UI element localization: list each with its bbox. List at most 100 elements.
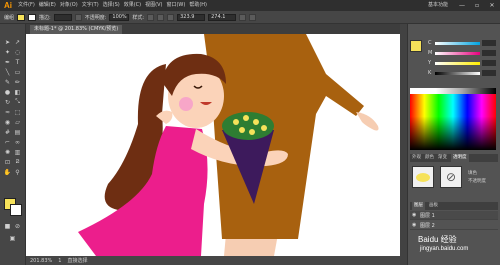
brush-tool-icon[interactable]: ✎ bbox=[3, 78, 12, 86]
eraser-tool-icon[interactable]: ◧ bbox=[13, 88, 22, 96]
status-bar: 201.83% 1 直接选择 bbox=[26, 256, 400, 265]
panel-icon-strip bbox=[400, 24, 408, 265]
hand-tool-icon[interactable]: ✋ bbox=[3, 168, 12, 176]
slice-tool-icon[interactable]: ⧄ bbox=[13, 158, 22, 166]
menu-effect[interactable]: 效果(C) bbox=[124, 0, 141, 11]
maximize-button[interactable]: ▫ bbox=[471, 1, 483, 10]
opacity-field[interactable]: 100% bbox=[109, 13, 130, 21]
menu-edit[interactable]: 编辑(E) bbox=[39, 0, 56, 11]
rectangle-tool-icon[interactable]: ▭ bbox=[13, 68, 22, 76]
mother-hand bbox=[356, 112, 379, 131]
menu-icon[interactable] bbox=[249, 13, 257, 21]
preview-shape bbox=[416, 172, 430, 182]
menu-type[interactable]: 文字(T) bbox=[82, 0, 99, 11]
gradient-tool-icon[interactable]: ▤ bbox=[13, 128, 22, 136]
direct-selection-tool-icon[interactable]: ↗ bbox=[13, 38, 22, 46]
opacity-label-panel: 不透明度 bbox=[468, 179, 486, 184]
rotate-tool-icon[interactable]: ↻ bbox=[3, 98, 12, 106]
fill-label: 填色 bbox=[468, 171, 477, 176]
document-tab[interactable]: 未标题-1* @ 201.83% (CMYK/预览) bbox=[30, 25, 123, 34]
menu-object[interactable]: 对象(O) bbox=[60, 0, 78, 11]
align-icon[interactable] bbox=[157, 13, 165, 21]
bouquet-flower bbox=[261, 125, 267, 131]
girl-cheek bbox=[179, 97, 193, 111]
color-mode-icon[interactable]: ■ bbox=[3, 222, 12, 230]
shape-builder-icon[interactable]: ◉ bbox=[3, 118, 12, 126]
tab-gradient[interactable]: 渐变 bbox=[438, 154, 447, 162]
color-slider-m[interactable]: M bbox=[428, 50, 496, 56]
y-field[interactable]: 274.1 bbox=[208, 13, 237, 21]
none-style-icon[interactable]: ⊘ bbox=[440, 166, 462, 188]
tab-transparency[interactable]: 透明度 bbox=[451, 154, 469, 162]
link-icon[interactable] bbox=[239, 13, 247, 21]
lasso-icon[interactable]: ◌ bbox=[13, 48, 22, 56]
none-color-icon[interactable]: ⊘ bbox=[13, 222, 22, 230]
current-tool: 直接选择 bbox=[67, 258, 88, 264]
tab-color[interactable]: 颜色 bbox=[425, 154, 434, 162]
stroke-color-swatch[interactable] bbox=[28, 13, 37, 21]
eyedropper-icon[interactable]: ⌐ bbox=[3, 138, 12, 146]
stroke-swatch[interactable] bbox=[10, 204, 22, 216]
pen-tool-icon[interactable]: ✒ bbox=[3, 58, 12, 66]
magic-wand-icon[interactable]: ✦ bbox=[3, 48, 12, 56]
close-button[interactable]: ✕ bbox=[486, 1, 498, 10]
menu-list: 文件(F) 编辑(E) 对象(O) 文字(T) 选择(S) 效果(C) 视图(V… bbox=[18, 0, 207, 11]
zoom-tool-icon[interactable]: ⚲ bbox=[13, 168, 22, 176]
pencil-tool-icon[interactable]: ✏ bbox=[13, 78, 22, 86]
style-icon[interactable] bbox=[147, 13, 155, 21]
artboard-canvas[interactable] bbox=[26, 34, 400, 256]
color-spectrum[interactable] bbox=[410, 94, 496, 150]
panel-fill-swatch[interactable] bbox=[410, 40, 422, 52]
right-panels: C M Y K 外观 颜色 渐变 透明度 ⊘ 填色 不透明度 图层 画板 ◉ 图… bbox=[400, 24, 500, 265]
mesh-tool-icon[interactable]: # bbox=[3, 128, 12, 136]
artboard-tool-icon[interactable]: ⊡ bbox=[3, 158, 12, 166]
x-field[interactable]: 323.9 bbox=[177, 13, 206, 21]
stroke-label: 描边: bbox=[39, 14, 51, 21]
menu-help[interactable]: 帮助(H) bbox=[189, 0, 207, 11]
opacity-label: 不透明度: bbox=[84, 14, 107, 21]
eye-icon[interactable]: ◉ bbox=[412, 212, 417, 218]
stroke-width-field[interactable] bbox=[53, 13, 72, 21]
symbol-sprayer-icon[interactable]: ✺ bbox=[3, 148, 12, 156]
tab-artboards[interactable]: 画板 bbox=[429, 202, 438, 210]
layer-row[interactable]: ◉ 图层 2 bbox=[410, 221, 498, 230]
selection-type-label: 编组 bbox=[4, 14, 15, 21]
bouquet-flower bbox=[249, 129, 255, 135]
menu-view[interactable]: 视图(V) bbox=[145, 0, 162, 11]
bouquet-flower bbox=[253, 119, 259, 125]
appearance-preview[interactable] bbox=[412, 166, 434, 188]
type-tool-icon[interactable]: T bbox=[13, 58, 22, 66]
illustration bbox=[78, 34, 379, 256]
graph-tool-icon[interactable]: ▥ bbox=[13, 148, 22, 156]
scale-tool-icon[interactable]: ⤡ bbox=[13, 98, 22, 106]
perspective-icon[interactable]: ▱ bbox=[13, 118, 22, 126]
screen-mode-icon[interactable]: ▣ bbox=[8, 234, 17, 242]
fill-color-swatch[interactable] bbox=[17, 13, 26, 21]
zoom-level[interactable]: 201.83% bbox=[30, 258, 52, 264]
control-bar: 编组 描边: 不透明度: 100% 样式: 323.9 274.1 bbox=[0, 11, 500, 24]
eye-icon[interactable]: ◉ bbox=[412, 222, 417, 228]
width-tool-icon[interactable]: ≈ bbox=[3, 108, 12, 116]
menu-file[interactable]: 文件(F) bbox=[18, 0, 35, 11]
color-slider-c[interactable]: C bbox=[428, 40, 496, 46]
page-number[interactable]: 1 bbox=[58, 258, 61, 264]
bouquet-flower bbox=[233, 119, 239, 125]
layer-row[interactable]: ◉ 图层 1 bbox=[410, 211, 498, 220]
tab-layers[interactable]: 图层 bbox=[412, 202, 425, 210]
free-transform-icon[interactable]: ⬚ bbox=[13, 108, 22, 116]
transform-icon[interactable] bbox=[167, 13, 175, 21]
brush-icon[interactable] bbox=[74, 13, 82, 21]
color-slider-k[interactable]: K bbox=[428, 70, 496, 76]
tab-appearance[interactable]: 外观 bbox=[412, 154, 421, 162]
layers-tabs: 图层 画板 bbox=[410, 202, 498, 210]
line-tool-icon[interactable]: ╲ bbox=[3, 68, 12, 76]
menu-select[interactable]: 选择(S) bbox=[103, 0, 120, 11]
minimize-button[interactable]: — bbox=[456, 1, 468, 10]
blob-brush-icon[interactable]: ● bbox=[3, 88, 12, 96]
style-label: 样式: bbox=[132, 14, 145, 21]
workspace-switcher[interactable]: 基本功能 bbox=[428, 0, 448, 11]
selection-tool-icon[interactable]: ➤ bbox=[3, 38, 12, 46]
menu-window[interactable]: 窗口(W) bbox=[166, 0, 185, 11]
blend-tool-icon[interactable]: ∞ bbox=[13, 138, 22, 146]
color-slider-y[interactable]: Y bbox=[428, 60, 496, 66]
